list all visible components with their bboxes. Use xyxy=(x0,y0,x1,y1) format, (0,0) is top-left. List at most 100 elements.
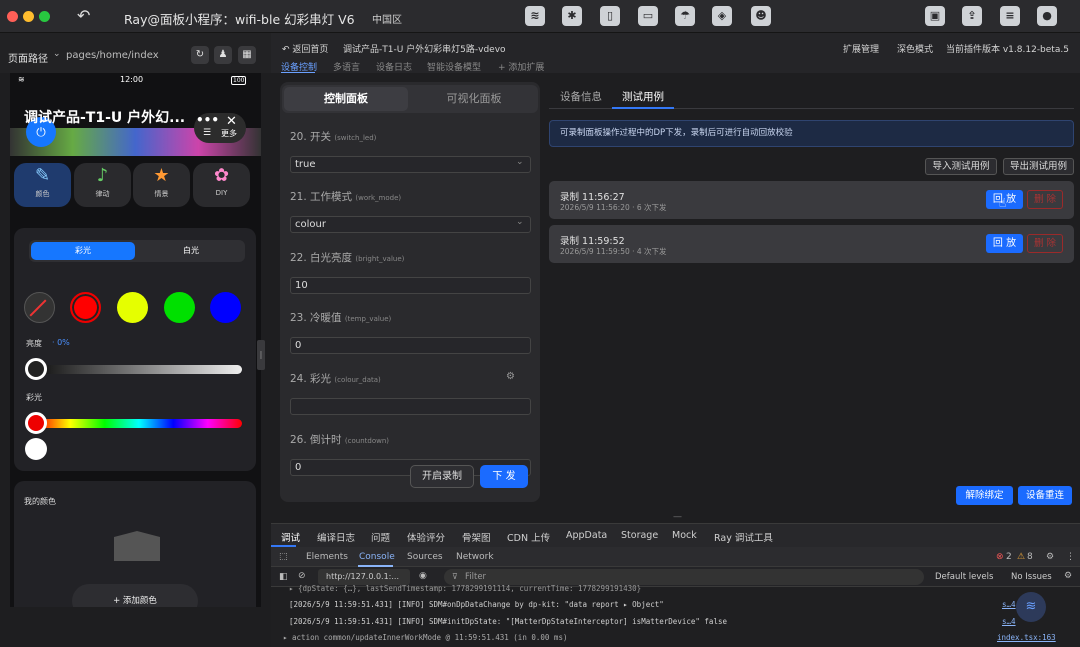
back-arrow-icon[interactable]: ↶ xyxy=(77,6,90,25)
tab-visual-panel[interactable]: 可视化面板 xyxy=(412,87,536,111)
color-dot-yellow[interactable] xyxy=(117,292,148,323)
start-recording-button[interactable]: 开启录制 xyxy=(410,465,474,488)
refresh-icon[interactable]: ↻ xyxy=(191,46,209,64)
more-dots-icon[interactable]: ••• xyxy=(196,113,219,127)
tab-elements[interactable]: Elements xyxy=(306,552,348,562)
scene-tile-color[interactable]: ✎ 颜色 xyxy=(14,163,71,207)
inspect-icon[interactable]: ⬚ xyxy=(279,552,288,562)
tab-issues[interactable]: 问题 xyxy=(371,530,390,544)
bug-icon[interactable]: ✱ xyxy=(562,6,582,26)
minimize-window-button[interactable] xyxy=(23,11,34,22)
dp-colour-input[interactable] xyxy=(290,398,531,415)
tab-compile-log[interactable]: 编译日志 xyxy=(317,530,355,544)
tab-score[interactable]: 体验评分 xyxy=(407,530,445,544)
replay-button[interactable]: 回 放 xyxy=(986,234,1023,253)
add-color-button[interactable]: + 添加颜色 xyxy=(72,584,198,607)
dp-switch-select[interactable]: true xyxy=(290,156,531,173)
eye-icon[interactable]: ◉ xyxy=(419,571,427,581)
settings-icon[interactable]: ☰ xyxy=(203,128,211,138)
brightness-label: 亮度 xyxy=(26,339,42,348)
drag-handle-icon[interactable]: — xyxy=(673,512,682,522)
segment-white[interactable]: 白光 xyxy=(139,242,243,260)
filter-input[interactable] xyxy=(444,569,924,585)
path-select[interactable]: pages/home/index xyxy=(66,50,159,61)
log-source-link[interactable]: s…4 xyxy=(1002,600,1016,609)
dp-work-mode-select[interactable]: colour xyxy=(290,216,531,233)
person-icon[interactable]: ♟ xyxy=(214,46,232,64)
console-settings-icon[interactable]: ⚙ xyxy=(1064,571,1072,581)
back-home-link[interactable]: ↶ 返回首页 xyxy=(282,42,328,55)
tab-smart-model[interactable]: 智能设备模型 xyxy=(427,60,481,73)
hue-thumb[interactable] xyxy=(25,412,47,434)
tab-mock[interactable]: Mock xyxy=(672,530,697,541)
reconnect-button[interactable]: 设备重连 xyxy=(1018,486,1072,505)
export-test-cases-button[interactable]: 导出测试用例 xyxy=(1003,158,1074,175)
tab-sources[interactable]: Sources xyxy=(407,552,443,562)
color-dot-blue[interactable] xyxy=(210,292,241,323)
import-test-cases-button[interactable]: 导入测试用例 xyxy=(925,158,997,175)
sidebar-toggle-icon[interactable]: ◧ xyxy=(279,572,288,582)
log-levels-select[interactable]: Default levels xyxy=(935,572,993,582)
assistant-float-icon[interactable]: ≋ xyxy=(1016,592,1046,622)
warning-icon[interactable]: ⚠ xyxy=(1017,552,1025,562)
scene-tile-diy[interactable]: ✿ DIY xyxy=(193,163,250,207)
white-swatch[interactable] xyxy=(25,438,47,460)
tab-network[interactable]: Network xyxy=(456,552,494,562)
dark-mode-link[interactable]: 深色模式 xyxy=(897,42,933,55)
signal-icon[interactable]: ≋ xyxy=(525,6,545,26)
preview-icon[interactable]: ▣ xyxy=(925,6,945,26)
collapse-handle[interactable]: ❘ xyxy=(257,340,265,370)
phone-icon[interactable]: ▯ xyxy=(600,6,620,26)
dp-temp-input[interactable]: 0 xyxy=(290,337,531,354)
robot-icon[interactable]: ☻ xyxy=(751,6,771,26)
tab-device-log[interactable]: 设备日志 xyxy=(376,60,412,73)
accessibility-icon[interactable]: ☂ xyxy=(675,6,695,26)
color-dot-red[interactable] xyxy=(70,292,101,323)
send-button[interactable]: 下 发 xyxy=(480,465,528,488)
tab-i18n[interactable]: 多语言 xyxy=(333,60,360,73)
segment-colour[interactable]: 彩光 xyxy=(31,242,135,260)
card-icon[interactable]: ▭ xyxy=(638,6,658,26)
tab-ray-tools[interactable]: Ray 调试工具 xyxy=(714,530,773,544)
log-source-link[interactable]: s…4 xyxy=(1002,617,1016,626)
error-icon[interactable]: ⊗ xyxy=(996,552,1004,562)
brightness-thumb[interactable] xyxy=(25,358,47,380)
user-icon[interactable]: ● xyxy=(1037,6,1057,26)
color-dot-green[interactable] xyxy=(164,292,195,323)
chevron-down-icon[interactable]: ⌄ xyxy=(53,49,61,59)
tab-skeleton[interactable]: 骨架图 xyxy=(462,530,491,544)
extension-manage-link[interactable]: 扩展管理 xyxy=(843,42,879,55)
maximize-window-button[interactable] xyxy=(39,11,50,22)
log-line: [2026/5/9 11:59:51.431] [INFO] SDM#onDpD… xyxy=(289,600,664,609)
scene-tile-rhythm[interactable]: ♪ 律动 xyxy=(74,163,131,207)
tab-cdn-upload[interactable]: CDN 上传 xyxy=(507,530,550,544)
cube-icon[interactable]: ◈ xyxy=(712,6,732,26)
hue-slider[interactable] xyxy=(36,419,242,428)
scene-tile-scene[interactable]: ★ 情景 xyxy=(133,163,190,207)
brightness-slider[interactable] xyxy=(36,365,242,374)
add-extension-link[interactable]: + 添加扩展 xyxy=(498,60,544,73)
grid-icon[interactable]: ▦ xyxy=(238,46,256,64)
delete-button[interactable]: 删 除 xyxy=(1027,234,1063,253)
list-icon[interactable]: ≡ xyxy=(1000,6,1020,26)
unbind-button[interactable]: 解除绑定 xyxy=(956,486,1013,505)
gear-icon[interactable]: ⚙ xyxy=(506,371,515,382)
clear-console-icon[interactable]: ⊘ xyxy=(298,571,306,581)
tab-console[interactable]: Console xyxy=(359,552,395,562)
tab-test-cases[interactable]: 测试用例 xyxy=(622,89,664,104)
log-source-link[interactable]: index.tsx:163 xyxy=(997,633,1056,642)
tab-control-panel[interactable]: 控制面板 xyxy=(284,87,408,111)
tab-debug[interactable]: 调试 xyxy=(281,530,300,544)
dp-bright-input[interactable]: 10 xyxy=(290,277,531,294)
donut-icon: ✿ xyxy=(213,165,230,186)
more-label[interactable]: 更多 xyxy=(221,128,237,139)
tab-device-info[interactable]: 设备信息 xyxy=(560,89,602,104)
tab-storage[interactable]: Storage xyxy=(621,530,658,541)
close-window-button[interactable] xyxy=(7,11,18,22)
gear-icon[interactable]: ⚙ xyxy=(1046,552,1054,562)
close-icon[interactable]: ✕ xyxy=(226,114,237,129)
delete-button[interactable]: 删 除 xyxy=(1027,190,1063,209)
tab-appdata[interactable]: AppData xyxy=(566,530,607,541)
kebab-menu-icon[interactable]: ⋮ xyxy=(1066,552,1075,562)
upload-icon[interactable]: ⇪ xyxy=(962,6,982,26)
